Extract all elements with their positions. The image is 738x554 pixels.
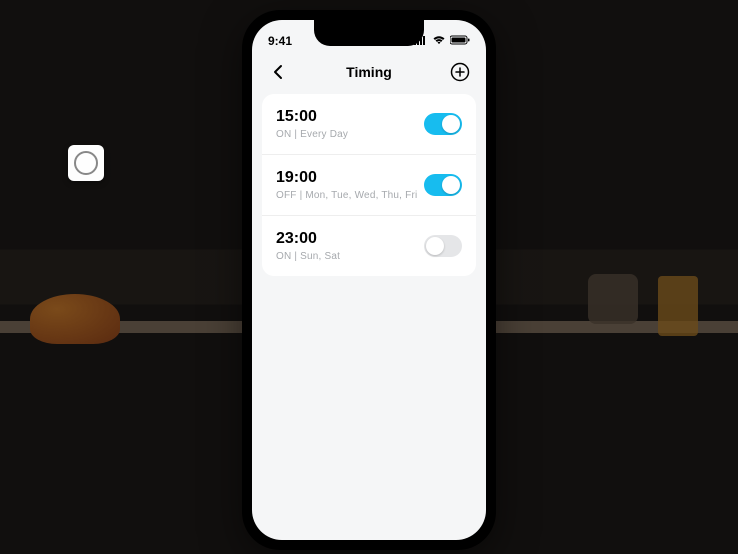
utensil-holder xyxy=(588,274,638,324)
schedule-row[interactable]: 23:00 ON | Sun, Sat xyxy=(262,216,476,276)
wifi-icon xyxy=(432,34,446,48)
schedule-row[interactable]: 19:00 OFF | Mon, Tue, Wed, Thu, Fri xyxy=(262,155,476,216)
chevron-left-icon xyxy=(273,64,283,80)
schedule-row-info: 19:00 OFF | Mon, Tue, Wed, Thu, Fri xyxy=(276,169,417,201)
schedule-toggle[interactable] xyxy=(424,113,462,135)
toggle-knob xyxy=(442,115,460,133)
schedule-time: 19:00 xyxy=(276,169,417,187)
toggle-knob xyxy=(426,237,444,255)
juice-glass xyxy=(658,276,698,336)
phone-frame: 9:41 Timing xyxy=(242,10,496,550)
schedule-toggle[interactable] xyxy=(424,235,462,257)
schedule-card: 15:00 ON | Every Day 19:00 OFF | Mon, Tu… xyxy=(262,94,476,276)
schedule-row-info: 23:00 ON | Sun, Sat xyxy=(276,230,340,262)
nav-bar: Timing xyxy=(252,54,486,94)
add-button[interactable] xyxy=(448,60,472,84)
schedule-subtitle: ON | Every Day xyxy=(276,129,348,140)
fruit-basket xyxy=(30,294,120,344)
schedule-row-info: 15:00 ON | Every Day xyxy=(276,108,348,140)
toggle-knob xyxy=(442,176,460,194)
schedule-subtitle: ON | Sun, Sat xyxy=(276,251,340,262)
schedule-time: 23:00 xyxy=(276,230,340,248)
status-time: 9:41 xyxy=(268,34,292,48)
page-title: Timing xyxy=(346,64,392,80)
schedule-toggle[interactable] xyxy=(424,174,462,196)
phone-notch xyxy=(314,20,424,46)
smart-plug xyxy=(68,145,104,181)
schedule-row[interactable]: 15:00 ON | Every Day xyxy=(262,94,476,155)
schedule-time: 15:00 xyxy=(276,108,348,126)
plus-circle-icon xyxy=(450,62,470,82)
schedule-subtitle: OFF | Mon, Tue, Wed, Thu, Fri xyxy=(276,190,417,201)
phone-screen: 9:41 Timing xyxy=(252,20,486,540)
battery-icon xyxy=(450,34,470,48)
back-button[interactable] xyxy=(266,60,290,84)
